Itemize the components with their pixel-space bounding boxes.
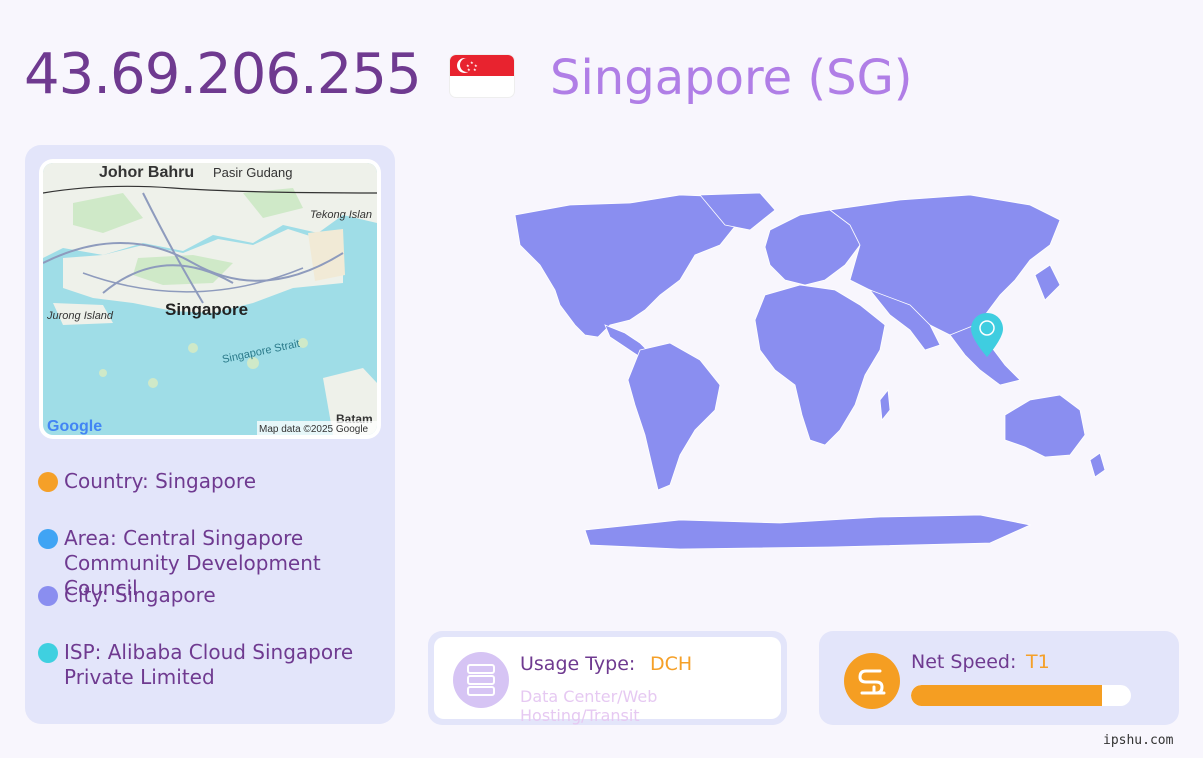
isp-dot-icon (38, 643, 58, 663)
usage-type-description: Data Center/Web Hosting/Transit (520, 687, 658, 725)
net-speed-value: T1 (1026, 651, 1050, 673)
google-logo: Google (47, 418, 102, 435)
usage-type-card: Usage Type: DCH Data Center/Web Hosting/… (428, 631, 787, 725)
city-dot-icon (38, 586, 58, 606)
city-text: City: Singapore (64, 583, 216, 607)
map-label-pasir: Pasir Gudang (213, 165, 293, 180)
area-dot-icon (38, 529, 58, 549)
net-speed-card: Net Speed: T1 (819, 631, 1179, 725)
world-map (514, 192, 1106, 550)
isp-text: ISP: Alibaba Cloud Singapore Private Lim… (64, 640, 354, 689)
map-label-jurong: Jurong Island (46, 310, 114, 322)
usage-type-value: DCH (650, 653, 693, 675)
location-map[interactable]: Johor Bahru Pasir Gudang Tekong Islan Ju… (39, 159, 381, 439)
site-watermark: ipshu.com (1103, 733, 1174, 748)
country-title: Singapore (SG) (550, 50, 913, 106)
map-label-johor: Johor Bahru (99, 164, 194, 181)
location-card: Johor Bahru Pasir Gudang Tekong Islan Ju… (25, 145, 395, 724)
net-speed-bar-fill (911, 685, 1103, 706)
country-info: Country: Singapore (38, 469, 394, 494)
world-landmass (514, 192, 1106, 550)
net-speed-bar (911, 685, 1131, 706)
map-graphic: Johor Bahru Pasir Gudang Tekong Islan Ju… (43, 163, 377, 435)
map-label-tekong: Tekong Islan (310, 209, 372, 221)
speed-icon (844, 653, 900, 709)
map-attribution: Map data ©2025 Google (259, 424, 369, 435)
usage-type-label: Usage Type: (520, 653, 636, 675)
country-dot-icon (38, 472, 58, 492)
city-info: City: Singapore (38, 583, 394, 608)
net-speed-label: Net Speed: (911, 651, 1017, 673)
ip-address: 43.69.206.255 (24, 42, 422, 107)
isp-info: ISP: Alibaba Cloud Singapore Private Lim… (38, 640, 394, 690)
map-label-singapore: Singapore (165, 300, 248, 319)
server-icon (453, 652, 509, 708)
country-text: Country: Singapore (64, 469, 256, 493)
singapore-flag-icon: ★ ★ ★ ★ ★ (450, 55, 514, 97)
